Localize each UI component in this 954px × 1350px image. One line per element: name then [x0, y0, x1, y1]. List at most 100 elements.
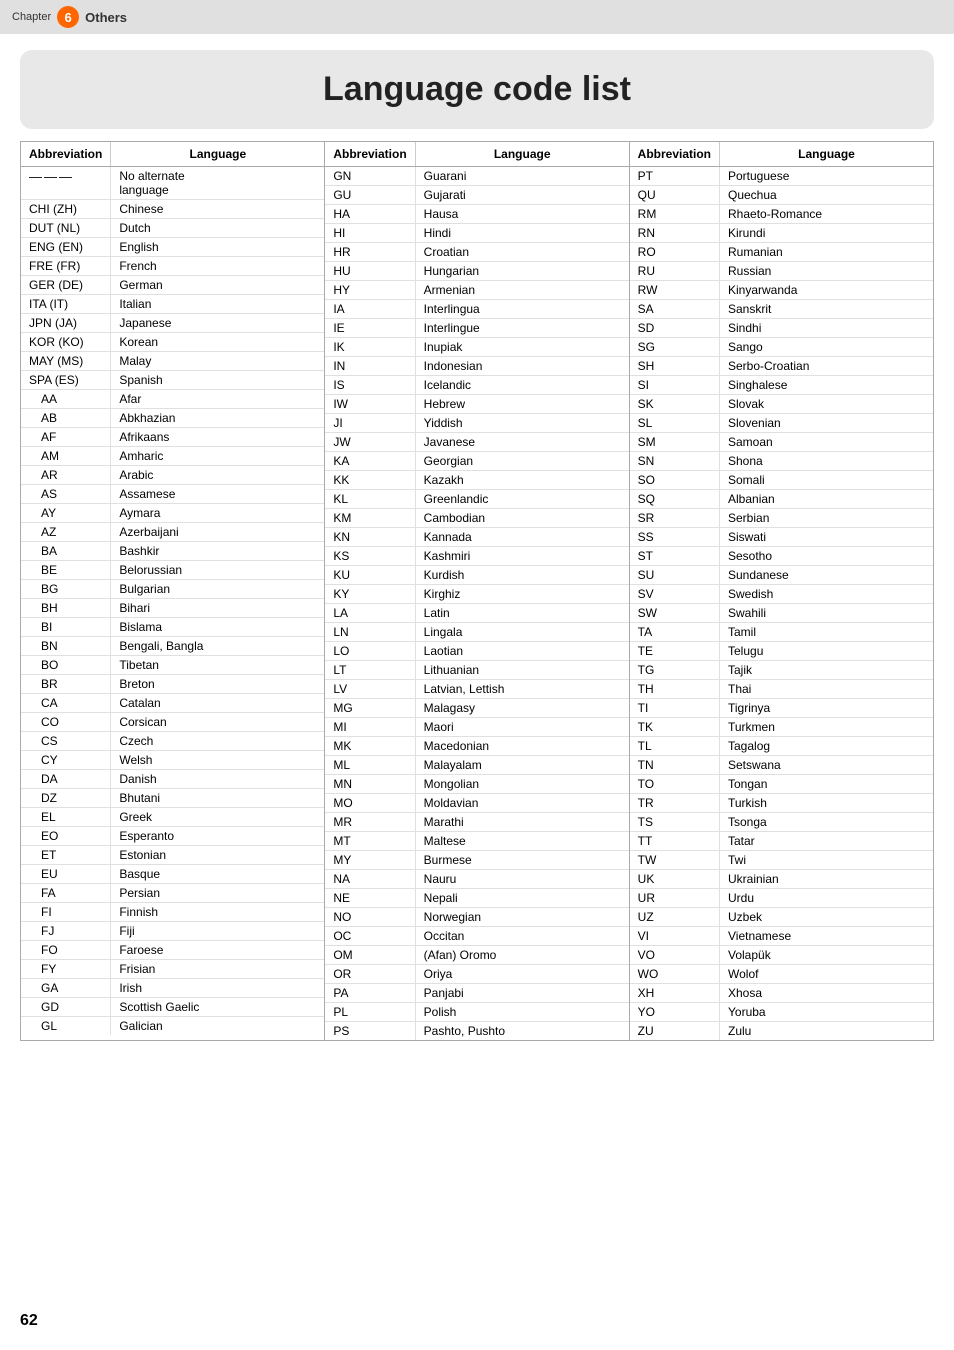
abbr-cell: SU: [630, 566, 720, 585]
table-row: JPN (JA)Japanese: [21, 314, 324, 333]
table-row: ISIcelandic: [325, 376, 628, 395]
abbr-cell: PA: [325, 984, 415, 1003]
table-row: RURussian: [630, 262, 933, 281]
lang-cell: Shona: [720, 452, 933, 471]
lang-cell: Volapük: [720, 946, 933, 965]
table-row: ETEstonian: [21, 846, 324, 865]
lang-cell: Macedonian: [415, 737, 628, 756]
lang-cell: Croatian: [415, 243, 628, 262]
abbr-cell: FA: [21, 884, 111, 903]
abbr-cell: BG: [21, 580, 111, 599]
lang-cell: No alternatelanguage: [111, 167, 324, 200]
lang-cell: (Afan) Oromo: [415, 946, 628, 965]
abbr-cell: FO: [21, 941, 111, 960]
lang-cell: Interlingua: [415, 300, 628, 319]
lang-cell: Tongan: [720, 775, 933, 794]
abbr-cell: BN: [21, 637, 111, 656]
abbr-cell: MG: [325, 699, 415, 718]
table-row: FRE (FR)French: [21, 257, 324, 276]
lang-cell: Zulu: [720, 1022, 933, 1041]
table-row: KUKurdish: [325, 566, 628, 585]
abbr-cell: HI: [325, 224, 415, 243]
table-row: NONorwegian: [325, 908, 628, 927]
lang-cell: Marathi: [415, 813, 628, 832]
lang-cell: Chinese: [111, 200, 324, 219]
abbr-cell: GD: [21, 998, 111, 1017]
table-row: MKMacedonian: [325, 737, 628, 756]
table-row: HRCroatian: [325, 243, 628, 262]
lang-cell: Kirundi: [720, 224, 933, 243]
table-row: BNBengali, Bangla: [21, 637, 324, 656]
table-row: SGSango: [630, 338, 933, 357]
table-row: SWSwahili: [630, 604, 933, 623]
lang-cell: Nauru: [415, 870, 628, 889]
lang-cell: Slovak: [720, 395, 933, 414]
table-row: MGMalagasy: [325, 699, 628, 718]
abbr-cell: ST: [630, 547, 720, 566]
lang-cell: Occitan: [415, 927, 628, 946]
lang-cell: Russian: [720, 262, 933, 281]
table-row: OM(Afan) Oromo: [325, 946, 628, 965]
abbr-cell: HU: [325, 262, 415, 281]
table-row: STSesotho: [630, 547, 933, 566]
table-row: FOFaroese: [21, 941, 324, 960]
table-row: AFAfrikaans: [21, 428, 324, 447]
lang-cell: Cambodian: [415, 509, 628, 528]
lang-cell: Afrikaans: [111, 428, 324, 447]
abbr-cell: BR: [21, 675, 111, 694]
abbr-cell: SO: [630, 471, 720, 490]
table-row: EOEsperanto: [21, 827, 324, 846]
abbr-cell: HA: [325, 205, 415, 224]
table-row: ———No alternatelanguage: [21, 167, 324, 200]
lang-cell: Bihari: [111, 599, 324, 618]
abbr-cell: SR: [630, 509, 720, 528]
col-section-0: AbbreviationLanguage———No alternatelangu…: [21, 142, 325, 1040]
abbr-cell: TK: [630, 718, 720, 737]
table-row: TRTurkish: [630, 794, 933, 813]
abbr-cell: ITA (IT): [21, 295, 111, 314]
table-row: KAGeorgian: [325, 452, 628, 471]
lang-cell: Greenlandic: [415, 490, 628, 509]
abbr-cell: IE: [325, 319, 415, 338]
table-row: VIVietnamese: [630, 927, 933, 946]
table-row: IEInterlingue: [325, 319, 628, 338]
col0-abbr-header: Abbreviation: [21, 142, 111, 167]
table-row: SDSindhi: [630, 319, 933, 338]
abbr-cell: ET: [21, 846, 111, 865]
lang-cell: Malagasy: [415, 699, 628, 718]
lang-cell: Tibetan: [111, 656, 324, 675]
table-row: XHXhosa: [630, 984, 933, 1003]
lang-cell: Kazakh: [415, 471, 628, 490]
abbr-cell: KU: [325, 566, 415, 585]
table-row: VOVolapük: [630, 946, 933, 965]
table-row: MIMaori: [325, 718, 628, 737]
abbr-cell: TI: [630, 699, 720, 718]
table-row: OCOccitan: [325, 927, 628, 946]
lang-cell: Tamil: [720, 623, 933, 642]
lang-cell: Telugu: [720, 642, 933, 661]
table-row: YOYoruba: [630, 1003, 933, 1022]
table-row: ABAbkhazian: [21, 409, 324, 428]
table-row: SVSwedish: [630, 585, 933, 604]
table-row: SPA (ES)Spanish: [21, 371, 324, 390]
abbr-cell: TT: [630, 832, 720, 851]
abbr-cell: XH: [630, 984, 720, 1003]
abbr-cell: IA: [325, 300, 415, 319]
lang-cell: Vietnamese: [720, 927, 933, 946]
table-row: OROriya: [325, 965, 628, 984]
table-row: RNKirundi: [630, 224, 933, 243]
abbr-cell: SK: [630, 395, 720, 414]
lang-cell: Bislama: [111, 618, 324, 637]
col2-abbr-header: Abbreviation: [630, 142, 720, 167]
abbr-cell: JW: [325, 433, 415, 452]
lang-cell: Czech: [111, 732, 324, 751]
lang-cell: Maori: [415, 718, 628, 737]
lang-cell: Korean: [111, 333, 324, 352]
lang-cell: Setswana: [720, 756, 933, 775]
abbr-cell: TN: [630, 756, 720, 775]
chapter-label: Chapter: [12, 11, 51, 23]
lang-cell: Hindi: [415, 224, 628, 243]
abbr-cell: CO: [21, 713, 111, 732]
lang-cell: Italian: [111, 295, 324, 314]
lang-cell: Sesotho: [720, 547, 933, 566]
